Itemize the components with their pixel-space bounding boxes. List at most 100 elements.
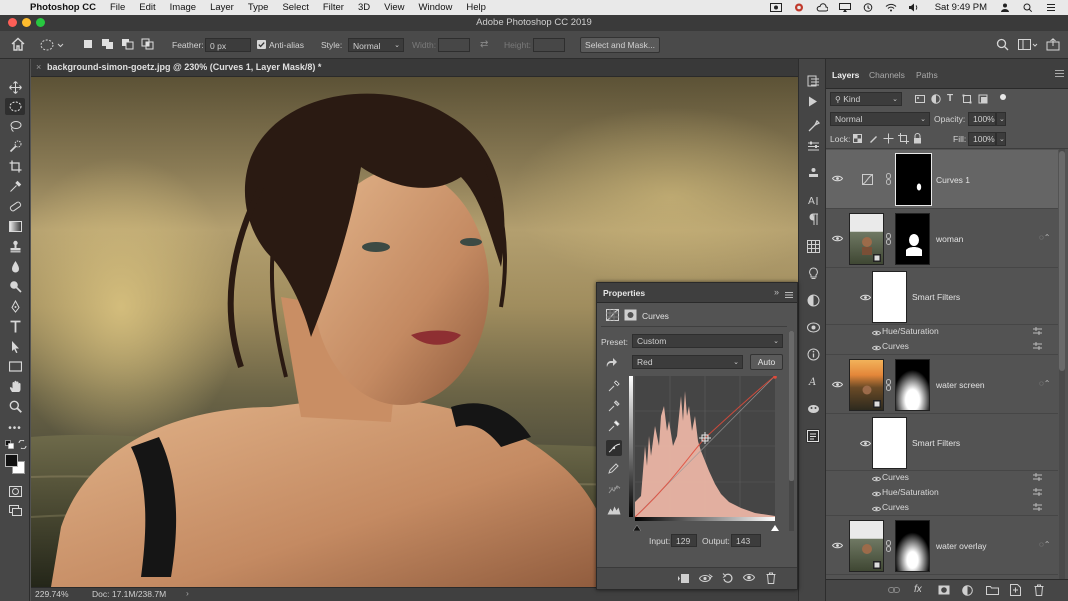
layer-kind-filter[interactable]: ⚲ Kind ⌄ <box>830 92 902 106</box>
toggle-visibility-eye-icon[interactable] <box>742 573 756 584</box>
new-group-icon[interactable] <box>986 585 999 597</box>
clone-source-icon[interactable] <box>806 166 820 180</box>
filter-toggle-icon[interactable] <box>1000 94 1006 100</box>
layer-mask-thumbnail[interactable] <box>895 520 930 572</box>
new-layer-icon[interactable] <box>1010 584 1021 598</box>
lightbulb-icon[interactable] <box>806 266 820 280</box>
visibility-eye-icon[interactable] <box>859 439 872 449</box>
smart-filters-row[interactable]: Smart Filters <box>826 415 1058 471</box>
zoom-level[interactable]: 229.74% <box>35 589 69 599</box>
fill-input[interactable]: 100% <box>968 132 996 146</box>
move-tool-icon[interactable] <box>5 79 25 96</box>
lock-position-icon[interactable] <box>883 133 894 146</box>
menu-edit[interactable]: Edit <box>139 2 155 13</box>
link-chain-icon[interactable] <box>886 540 891 554</box>
filter-type-icon[interactable]: T <box>947 93 953 104</box>
panel-menu-icon[interactable] <box>785 290 793 300</box>
swap-width-height-icon[interactable]: ⇄ <box>480 38 488 52</box>
new-selection-icon[interactable] <box>82 38 94 52</box>
menu-image[interactable]: Image <box>170 2 196 13</box>
layer-name[interactable]: Curves 1 <box>936 175 970 185</box>
smart-filter-item[interactable]: Hue/Saturation <box>826 325 1058 340</box>
style-select[interactable]: Normal ⌄ <box>348 38 404 52</box>
properties-scrollbar[interactable] <box>789 331 794 531</box>
filter-blending-options-icon[interactable] <box>1033 503 1042 513</box>
adjustments-icon[interactable] <box>806 293 820 307</box>
creative-cloud-icon[interactable] <box>793 3 805 12</box>
cloud-icon[interactable] <box>816 3 829 12</box>
glyphs-grid-icon[interactable] <box>806 239 820 253</box>
layer-effects-icon[interactable]: fx <box>914 584 922 595</box>
visibility-eye-icon[interactable] <box>871 328 882 338</box>
visibility-eye-icon[interactable] <box>831 234 844 244</box>
lock-transparent-icon[interactable] <box>853 134 862 145</box>
layers-scrollbar-thumb[interactable] <box>1059 151 1065 371</box>
smart-filters-toggle-icon[interactable]: ◌⌃ <box>1039 540 1050 549</box>
panel-menu-icon[interactable] <box>1055 69 1064 79</box>
smart-filter-mask-thumbnail[interactable] <box>872 417 907 469</box>
curves-adjustment-icon[interactable] <box>606 309 619 323</box>
properties-scrollbar-thumb[interactable] <box>789 331 794 481</box>
layer-row-curves-1[interactable]: Curves 1 <box>826 150 1058 209</box>
clip-to-layer-icon[interactable] <box>677 573 690 586</box>
menu-help[interactable]: Help <box>466 2 486 13</box>
black-point-eyedropper-icon[interactable] <box>606 378 622 394</box>
swap-colors-icon[interactable] <box>18 439 27 450</box>
link-layers-icon[interactable] <box>888 585 900 597</box>
intersect-selection-icon[interactable] <box>141 38 155 52</box>
filter-shape-icon[interactable] <box>962 94 972 106</box>
mask-adjustment-icon[interactable] <box>624 309 637 323</box>
filter-blending-options-icon[interactable] <box>1033 327 1042 337</box>
lock-all-icon[interactable] <box>913 133 922 146</box>
on-image-adjust-icon[interactable] <box>604 354 620 370</box>
path-selection-tool-icon[interactable] <box>5 338 25 355</box>
width-input[interactable] <box>438 38 470 52</box>
smart-filters-row[interactable]: Smart Filters <box>826 269 1058 325</box>
visibility-eye-icon[interactable] <box>831 380 844 390</box>
dodge-tool-icon[interactable] <box>5 278 25 295</box>
black-point-slider-handle[interactable] <box>632 523 642 533</box>
layers-scrollbar[interactable] <box>1059 149 1065 579</box>
blur-tool-icon[interactable] <box>5 258 25 275</box>
layer-thumbnail[interactable] <box>849 520 884 572</box>
link-chain-icon[interactable] <box>886 233 891 247</box>
quick-mask-icon[interactable] <box>5 483 25 500</box>
share-icon[interactable] <box>1046 38 1060 52</box>
screen-record-icon[interactable] <box>769 3 782 12</box>
home-icon[interactable] <box>10 37 26 51</box>
tab-layers[interactable]: Layers <box>832 70 859 80</box>
menu-view[interactable]: View <box>384 2 404 13</box>
white-point-eyedropper-icon[interactable] <box>606 418 622 434</box>
curves-graph[interactable] <box>629 375 779 525</box>
menu-layer[interactable]: Layer <box>210 2 234 13</box>
add-to-selection-icon[interactable] <box>101 38 115 52</box>
view-previous-state-icon[interactable] <box>698 573 713 586</box>
crop-tool-icon[interactable] <box>5 158 25 175</box>
elliptical-marquee-tool-icon[interactable] <box>5 98 25 115</box>
menu-select[interactable]: Select <box>282 2 308 13</box>
smart-filters-toggle-icon[interactable]: ◌⌃ <box>1039 233 1050 242</box>
gradient-tool-icon[interactable] <box>5 218 25 235</box>
smart-filter-item[interactable]: Curves <box>826 340 1058 355</box>
visibility-eye-icon[interactable] <box>871 343 882 353</box>
smooth-curve-icon[interactable] <box>606 480 622 496</box>
close-window-button[interactable] <box>8 18 17 27</box>
close-document-icon[interactable]: × <box>36 62 41 72</box>
time-machine-icon[interactable] <box>862 3 874 12</box>
visibility-eye-icon[interactable] <box>831 541 844 551</box>
menu-file[interactable]: File <box>110 2 125 13</box>
tab-properties[interactable]: Properties <box>603 288 645 298</box>
smart-filter-mask-thumbnail[interactable] <box>872 271 907 323</box>
filter-blending-options-icon[interactable] <box>1033 342 1042 352</box>
lock-artboard-icon[interactable] <box>898 133 909 146</box>
subtract-from-selection-icon[interactable] <box>121 38 135 52</box>
draw-curve-pencil-icon[interactable] <box>606 460 622 476</box>
hand-tool-icon[interactable] <box>5 378 25 395</box>
minimize-window-button[interactable] <box>22 18 31 27</box>
add-mask-icon[interactable] <box>938 585 950 597</box>
layer-thumbnail[interactable] <box>849 213 884 265</box>
layer-name[interactable]: water screen <box>936 380 985 390</box>
delete-layer-icon[interactable] <box>1034 584 1044 598</box>
channel-select[interactable]: Red ⌄ <box>632 355 743 369</box>
document-tab[interactable]: × background-simon-goetz.jpg @ 230% (Cur… <box>31 59 798 77</box>
